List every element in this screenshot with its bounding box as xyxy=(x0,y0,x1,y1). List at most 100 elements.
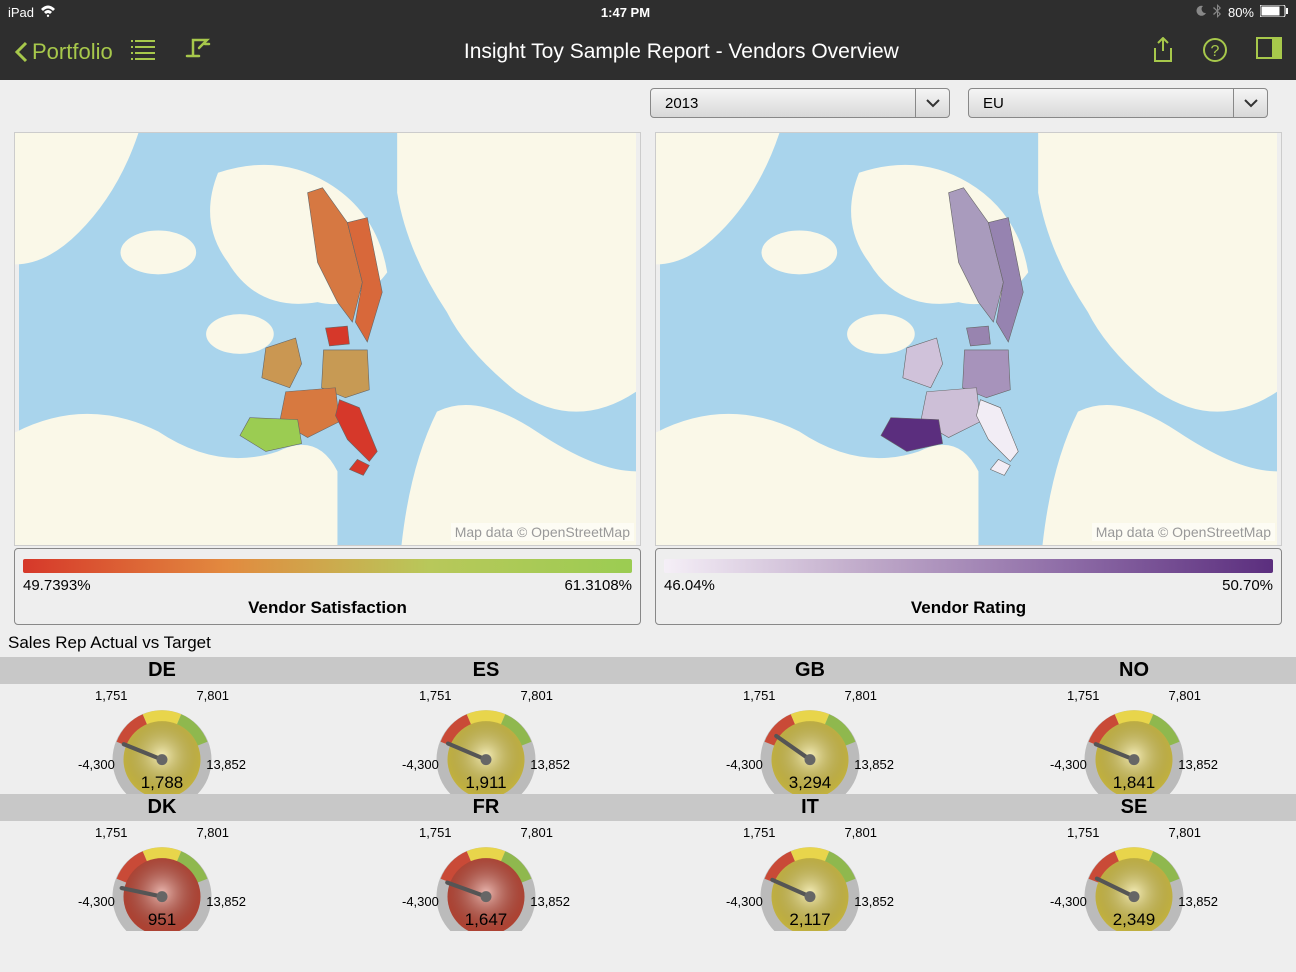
gauge-dial: 1,751 7,801 -4,300 13,852 1,911 xyxy=(324,684,648,794)
gauge-cell-DE[interactable]: DE 1,751 7,801 -4,300 13,852 1,788 xyxy=(0,657,324,794)
chevron-down-icon xyxy=(1233,89,1267,117)
region-dropdown[interactable]: EU xyxy=(968,88,1268,118)
gauge-tick: 1,751 xyxy=(95,688,128,703)
gauge-tick: 13,852 xyxy=(206,894,246,909)
gauge-country: ES xyxy=(324,657,648,684)
gauge-tick: 13,852 xyxy=(1178,894,1218,909)
gauge-tick: -4,300 xyxy=(402,894,439,909)
gauge-tick: 7,801 xyxy=(520,825,553,840)
section-title: Sales Rep Actual vs Target xyxy=(0,625,1296,657)
chevron-down-icon xyxy=(915,89,949,117)
gauge-tick: 7,801 xyxy=(1168,825,1201,840)
gauge-tick: -4,300 xyxy=(1050,757,1087,772)
gauge-cell-FR[interactable]: FR 1,751 7,801 -4,300 13,852 1,647 xyxy=(324,794,648,931)
gauge-tick: -4,300 xyxy=(78,757,115,772)
legend-title: Vendor Rating xyxy=(664,598,1273,618)
gauge-country: FR xyxy=(324,794,648,821)
gauge-cell-GB[interactable]: GB 1,751 7,801 -4,300 13,852 3,294 xyxy=(648,657,972,794)
gauge-tick: 1,751 xyxy=(1067,688,1100,703)
gauge-dial: 1,751 7,801 -4,300 13,852 1,647 xyxy=(324,821,648,931)
gauge-country: DK xyxy=(0,794,324,821)
help-icon[interactable]: ? xyxy=(1202,37,1228,68)
gauge-cell-ES[interactable]: ES 1,751 7,801 -4,300 13,852 1,911 xyxy=(324,657,648,794)
gauge-cell-IT[interactable]: IT 1,751 7,801 -4,300 13,852 2,117 xyxy=(648,794,972,931)
gauge-value: 3,294 xyxy=(648,773,972,793)
filters-row: 2013 EU xyxy=(0,80,1296,126)
gauge-row: DK 1,751 7,801 -4,300 13,852 951 FR xyxy=(0,794,1296,931)
status-bar: iPad 1:47 PM 80% xyxy=(0,0,1296,24)
gauge-value: 2,349 xyxy=(972,910,1296,930)
gauge-tick: 1,751 xyxy=(743,688,776,703)
gauge-tick: 13,852 xyxy=(206,757,246,772)
gauge-dial: 1,751 7,801 -4,300 13,852 2,117 xyxy=(648,821,972,931)
gauge-tick: 1,751 xyxy=(1067,825,1100,840)
rating-legend: 46.04% 50.70% Vendor Rating xyxy=(655,548,1282,625)
gauge-cell-DK[interactable]: DK 1,751 7,801 -4,300 13,852 951 xyxy=(0,794,324,931)
year-value: 2013 xyxy=(651,95,698,112)
gauge-value: 1,788 xyxy=(0,773,324,793)
back-label: Portfolio xyxy=(32,39,113,65)
share-icon[interactable] xyxy=(1152,37,1174,68)
map-attribution: Map data © OpenStreetMap xyxy=(451,523,634,541)
gauge-tick: -4,300 xyxy=(726,757,763,772)
gauge-tick: 1,751 xyxy=(419,825,452,840)
gauge-country: SE xyxy=(972,794,1296,821)
legend-gradient xyxy=(23,559,632,573)
gauge-dial: 1,751 7,801 -4,300 13,852 951 xyxy=(0,821,324,931)
gauge-dial: 1,751 7,801 -4,300 13,852 1,841 xyxy=(972,684,1296,794)
gauge-row: DE 1,751 7,801 -4,300 13,852 1,788 ES xyxy=(0,657,1296,794)
page-title: Insight Toy Sample Report - Vendors Over… xyxy=(211,40,1152,64)
gauge-dial: 1,751 7,801 -4,300 13,852 1,788 xyxy=(0,684,324,794)
gauge-tick: -4,300 xyxy=(402,757,439,772)
list-icon[interactable] xyxy=(131,38,157,67)
panels-icon[interactable] xyxy=(1256,37,1282,68)
battery-label: 80% xyxy=(1228,5,1254,20)
gauge-dial: 1,751 7,801 -4,300 13,852 3,294 xyxy=(648,684,972,794)
satisfaction-map[interactable]: Map data © OpenStreetMap xyxy=(14,132,641,546)
country-DK xyxy=(967,326,991,346)
legend-max: 50.70% xyxy=(1222,577,1273,594)
rating-map[interactable]: Map data © OpenStreetMap xyxy=(655,132,1282,546)
gauge-tick: -4,300 xyxy=(1050,894,1087,909)
filter-icon[interactable] xyxy=(185,38,211,67)
gauge-cell-SE[interactable]: SE 1,751 7,801 -4,300 13,852 2,349 xyxy=(972,794,1296,931)
gauge-tick: 13,852 xyxy=(530,757,570,772)
svg-text:?: ? xyxy=(1211,43,1220,60)
back-button[interactable]: Portfolio xyxy=(14,39,113,65)
device-label: iPad xyxy=(8,5,34,20)
battery-icon xyxy=(1260,5,1288,20)
gauge-tick: 7,801 xyxy=(844,688,877,703)
gauge-dial: 1,751 7,801 -4,300 13,852 2,349 xyxy=(972,821,1296,931)
gauges-grid: DE 1,751 7,801 -4,300 13,852 1,788 ES xyxy=(0,657,1296,931)
gauge-tick: 1,751 xyxy=(419,688,452,703)
gauge-tick: 7,801 xyxy=(196,825,229,840)
gauge-tick: 7,801 xyxy=(520,688,553,703)
gauge-tick: 13,852 xyxy=(1178,757,1218,772)
gauge-value: 2,117 xyxy=(648,910,972,930)
legend-gradient xyxy=(664,559,1273,573)
gauge-value: 1,911 xyxy=(324,773,648,793)
moon-icon xyxy=(1195,5,1207,20)
maps-row: Map data © OpenStreetMap 49.7393% 61.310… xyxy=(0,126,1296,625)
gauge-country: IT xyxy=(648,794,972,821)
gauge-value: 951 xyxy=(0,910,324,930)
gauge-tick: 7,801 xyxy=(196,688,229,703)
gauge-tick: 13,852 xyxy=(854,757,894,772)
map-attribution: Map data © OpenStreetMap xyxy=(1092,523,1275,541)
wifi-icon xyxy=(40,5,56,20)
gauge-tick: -4,300 xyxy=(726,894,763,909)
legend-max: 61.3108% xyxy=(564,577,632,594)
gauge-tick: 7,801 xyxy=(844,825,877,840)
year-dropdown[interactable]: 2013 xyxy=(650,88,950,118)
gauge-tick: 1,751 xyxy=(743,825,776,840)
gauge-country: DE xyxy=(0,657,324,684)
gauge-value: 1,841 xyxy=(972,773,1296,793)
gauge-cell-NO[interactable]: NO 1,751 7,801 -4,300 13,852 1,841 xyxy=(972,657,1296,794)
gauge-tick: -4,300 xyxy=(78,894,115,909)
gauge-tick: 13,852 xyxy=(530,894,570,909)
legend-min: 49.7393% xyxy=(23,577,91,594)
gauge-tick: 1,751 xyxy=(95,825,128,840)
chevron-left-icon xyxy=(14,41,28,63)
region-value: EU xyxy=(969,95,1004,112)
bluetooth-icon xyxy=(1213,4,1222,21)
